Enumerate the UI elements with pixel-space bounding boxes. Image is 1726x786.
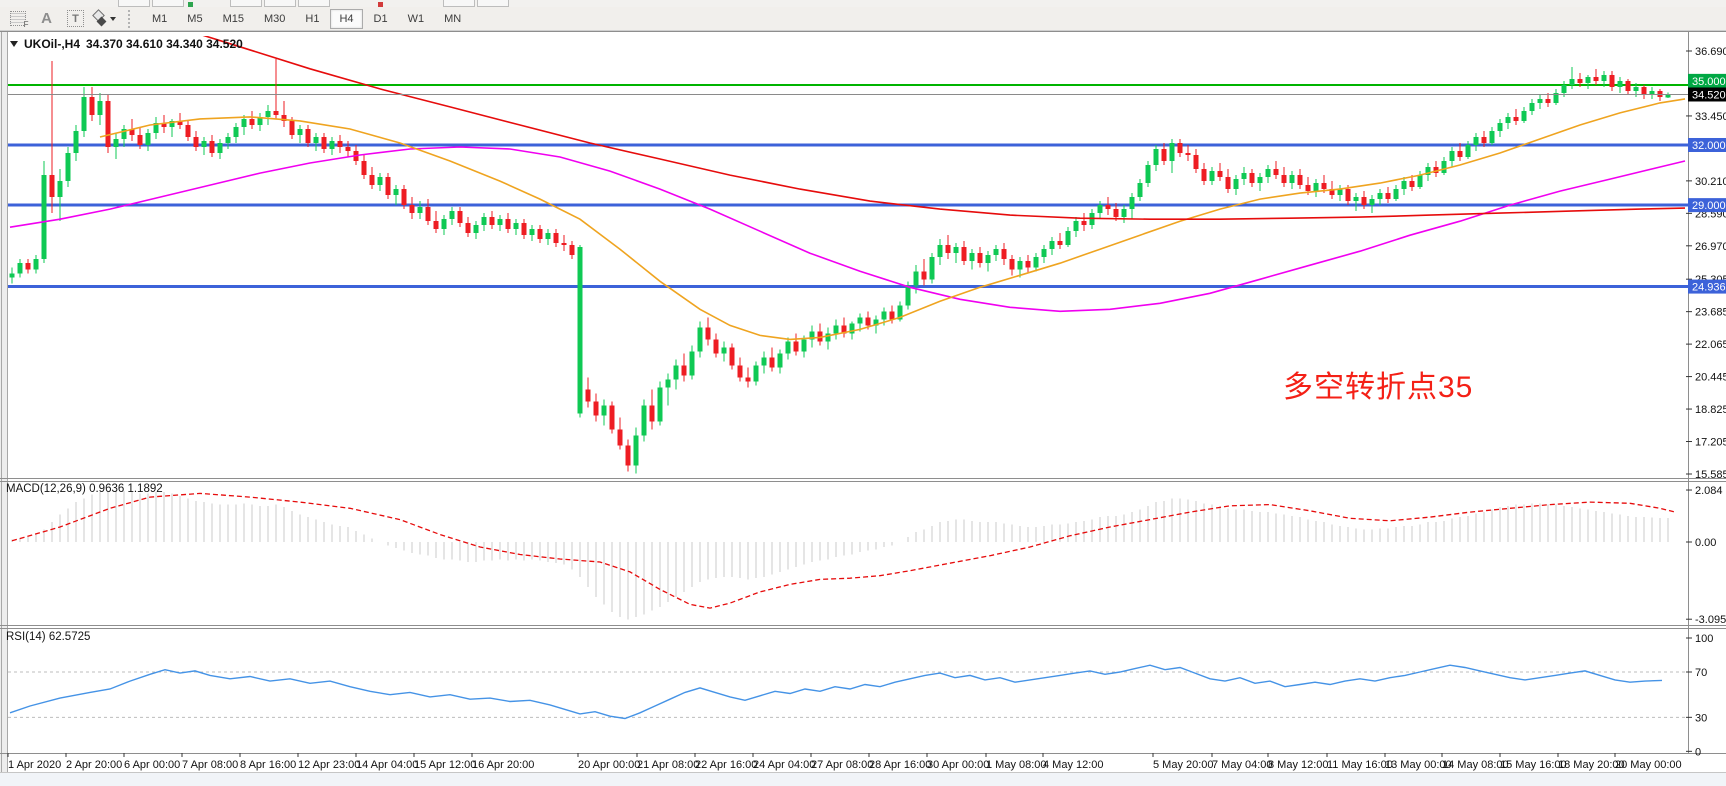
timeframe-button-m15[interactable]: M15 bbox=[214, 9, 253, 29]
svg-text:15 Apr 12:00: 15 Apr 12:00 bbox=[414, 759, 476, 771]
svg-text:5 May 20:00: 5 May 20:00 bbox=[1153, 759, 1214, 771]
font-label-button[interactable]: A bbox=[33, 8, 60, 29]
cropped-button bbox=[477, 0, 509, 7]
timeframe-button-m1[interactable]: M1 bbox=[143, 9, 176, 29]
svg-text:1 May 08:00: 1 May 08:00 bbox=[986, 759, 1047, 771]
svg-text:16 Apr 20:00: 16 Apr 20:00 bbox=[472, 759, 534, 771]
svg-text:70: 70 bbox=[1695, 667, 1707, 679]
timeframe-button-h4[interactable]: H4 bbox=[330, 9, 362, 29]
svg-text:27 Apr 08:00: 27 Apr 08:00 bbox=[811, 759, 873, 771]
svg-text:1 Apr 2020: 1 Apr 2020 bbox=[8, 759, 61, 771]
timeframe-button-w1[interactable]: W1 bbox=[399, 9, 434, 29]
svg-text:8 Apr 16:00: 8 Apr 16:00 bbox=[240, 759, 296, 771]
svg-text:23.685: 23.685 bbox=[1695, 307, 1726, 319]
svg-text:2 Apr 20:00: 2 Apr 20:00 bbox=[66, 759, 122, 771]
timeframe-button-d1[interactable]: D1 bbox=[365, 9, 397, 29]
dropdown-caret-icon bbox=[110, 17, 116, 21]
cropped-button bbox=[152, 0, 184, 7]
rsi-indicator-label: RSI(14) 62.5725 bbox=[6, 631, 90, 643]
svg-text:20 Apr 00:00: 20 Apr 00:00 bbox=[578, 759, 640, 771]
svg-text:30 Apr 00:00: 30 Apr 00:00 bbox=[927, 759, 989, 771]
timeframe-group: M1M5M15M30H1H4D1W1MN bbox=[142, 9, 471, 29]
svg-text:24 Apr 04:00: 24 Apr 04:00 bbox=[753, 759, 815, 771]
svg-text:33.450: 33.450 bbox=[1695, 111, 1726, 123]
cropped-button bbox=[230, 0, 262, 7]
svg-text:11 May 16:00: 11 May 16:00 bbox=[1327, 759, 1393, 771]
svg-text:0: 0 bbox=[1695, 746, 1701, 758]
svg-text:18.825: 18.825 bbox=[1695, 404, 1726, 416]
toolbar: F A T M1M5M15M30H1H4D1W1MN bbox=[0, 7, 1726, 31]
price-level-box: 24.936 bbox=[1688, 280, 1726, 294]
svg-text:8 May 12:00: 8 May 12:00 bbox=[1268, 759, 1329, 771]
cropped-button bbox=[118, 0, 150, 7]
svg-text:36.690: 36.690 bbox=[1695, 46, 1726, 58]
timeframe-button-mn[interactable]: MN bbox=[435, 9, 470, 29]
timeframe-button-m30[interactable]: M30 bbox=[255, 9, 294, 29]
grid-f-icon: F bbox=[10, 11, 26, 26]
svg-text:14 May 08:00: 14 May 08:00 bbox=[1442, 759, 1509, 771]
macd-indicator-label: MACD(12,26,9) 0.9636 1.1892 bbox=[6, 483, 163, 495]
svg-text:26.970: 26.970 bbox=[1695, 241, 1726, 253]
svg-text:7 May 04:00: 7 May 04:00 bbox=[1212, 759, 1273, 771]
shapes-dropdown-button[interactable] bbox=[91, 8, 119, 29]
svg-text:100: 100 bbox=[1695, 633, 1713, 645]
svg-text:17.205: 17.205 bbox=[1695, 437, 1726, 449]
ohlc-values: 34.370 34.610 34.340 34.520 bbox=[86, 37, 243, 51]
svg-text:22 Apr 16:00: 22 Apr 16:00 bbox=[695, 759, 757, 771]
chart-canvas[interactable]: 36.69033.45030.21028.59026.97025.30523.6… bbox=[0, 31, 1726, 786]
svg-text:28 Apr 16:00: 28 Apr 16:00 bbox=[869, 759, 931, 771]
cropped-menu-row bbox=[0, 0, 1726, 7]
symbol-period-label: UKOil-,H4 bbox=[24, 37, 80, 51]
text-tool-icon: T bbox=[67, 10, 84, 27]
svg-text:21 Apr 08:00: 21 Apr 08:00 bbox=[637, 759, 699, 771]
svg-text:35.000: 35.000 bbox=[1692, 76, 1726, 88]
chart-window: 36.69033.45030.21028.59026.97025.30523.6… bbox=[0, 31, 1726, 786]
svg-text:12 Apr 23:00: 12 Apr 23:00 bbox=[298, 759, 360, 771]
svg-text:7 Apr 08:00: 7 Apr 08:00 bbox=[182, 759, 238, 771]
horizontal-scrollbar[interactable] bbox=[0, 772, 1726, 786]
svg-text:15.585: 15.585 bbox=[1695, 469, 1726, 481]
toolbar-drag-handle[interactable] bbox=[128, 10, 136, 28]
chart-title: UKOil-,H4 34.370 34.610 34.340 34.520 bbox=[10, 37, 243, 51]
font-a-icon: A bbox=[41, 11, 52, 26]
svg-text:20 May 00:00: 20 May 00:00 bbox=[1615, 759, 1682, 771]
cropped-button bbox=[298, 0, 330, 7]
cropped-button bbox=[264, 0, 296, 7]
svg-text:32.000: 32.000 bbox=[1692, 140, 1726, 152]
price-level-box: 35.000 bbox=[1688, 74, 1726, 88]
svg-text:30.210: 30.210 bbox=[1695, 176, 1726, 188]
chart-text-annotation: 多空转折点35 bbox=[1283, 362, 1473, 406]
svg-text:0.00: 0.00 bbox=[1695, 537, 1716, 549]
svg-text:14 Apr 04:00: 14 Apr 04:00 bbox=[356, 759, 418, 771]
svg-text:34.520: 34.520 bbox=[1692, 89, 1726, 101]
svg-text:29.000: 29.000 bbox=[1692, 200, 1726, 212]
timeframe-button-m5[interactable]: M5 bbox=[178, 9, 211, 29]
svg-text:22.065: 22.065 bbox=[1695, 339, 1726, 351]
price-level-box: 29.000 bbox=[1688, 198, 1726, 212]
svg-text:-3.0957: -3.0957 bbox=[1695, 614, 1726, 626]
template-grid-button[interactable]: F bbox=[4, 8, 31, 29]
svg-text:20.445: 20.445 bbox=[1695, 372, 1726, 384]
text-tool-button[interactable]: T bbox=[62, 8, 89, 29]
svg-text:6 Apr 00:00: 6 Apr 00:00 bbox=[124, 759, 180, 771]
svg-text:15 May 16:00: 15 May 16:00 bbox=[1500, 759, 1567, 771]
svg-text:24.936: 24.936 bbox=[1692, 282, 1726, 294]
cropped-button bbox=[443, 0, 475, 7]
price-level-box: 34.520 bbox=[1688, 87, 1726, 101]
collapse-triangle-icon[interactable] bbox=[10, 41, 18, 47]
svg-text:30: 30 bbox=[1695, 712, 1707, 724]
timeframe-button-h1[interactable]: H1 bbox=[296, 9, 328, 29]
svg-text:4 May 12:00: 4 May 12:00 bbox=[1043, 759, 1104, 771]
svg-text:2.084: 2.084 bbox=[1695, 485, 1723, 497]
price-level-box: 32.000 bbox=[1688, 138, 1726, 152]
